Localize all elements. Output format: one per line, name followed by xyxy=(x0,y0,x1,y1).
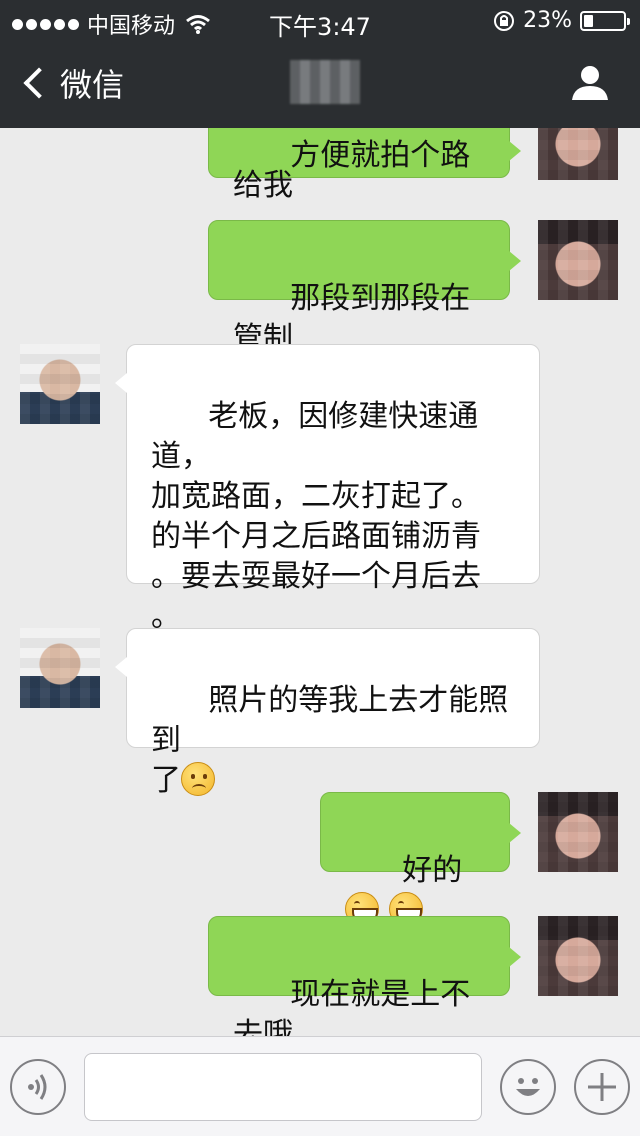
back-button[interactable]: 微信 xyxy=(18,60,124,106)
message-bubble[interactable]: 照片的等我上去才能照到 了 xyxy=(115,628,540,798)
back-label: 微信 xyxy=(60,66,125,104)
message-text: 好的 xyxy=(402,853,463,888)
voice-icon xyxy=(28,1074,47,1100)
message-outgoing: 现在就是上不去哦 xyxy=(0,916,640,1036)
avatar[interactable] xyxy=(20,344,100,424)
message-outgoing: 方便就拍个路给我 xyxy=(0,128,640,201)
message-incoming: 照片的等我上去才能照到 了 xyxy=(0,628,640,798)
sad-face-icon xyxy=(181,762,215,796)
battery-percent: 23% xyxy=(523,8,572,33)
avatar[interactable] xyxy=(538,220,618,300)
more-button[interactable] xyxy=(574,1059,630,1115)
battery-icon xyxy=(580,10,630,31)
message-text: 老板，因修建快速通道， 加宽路面，二灰打起了。 的半个月之后路面铺沥青 。要去耍… xyxy=(151,399,481,634)
avatar[interactable] xyxy=(20,628,100,708)
top-bar: 中国移动 下午3:47 23% 微信 xyxy=(0,0,640,128)
message-outgoing: 那段到那段在管制 xyxy=(0,220,640,356)
rotation-lock-icon xyxy=(494,10,515,31)
avatar[interactable] xyxy=(538,792,618,872)
emoji-button[interactable] xyxy=(500,1059,556,1115)
person-icon[interactable] xyxy=(570,62,610,102)
nav-bar: 微信 xyxy=(0,40,640,128)
status-bar: 中国移动 下午3:47 23% xyxy=(0,0,640,41)
message-input[interactable] xyxy=(84,1053,482,1121)
message-bubble[interactable]: 现在就是上不去哦 xyxy=(208,916,521,1036)
message-bubble[interactable]: 好的 xyxy=(320,792,521,926)
chevron-left-icon xyxy=(23,67,55,99)
message-bubble[interactable]: 方便就拍个路给我 xyxy=(208,128,521,201)
voice-button[interactable] xyxy=(10,1059,66,1115)
avatar[interactable] xyxy=(538,916,618,996)
input-bar xyxy=(0,1036,640,1136)
message-text: 现在就是上不去哦 xyxy=(233,977,471,1036)
contact-name-blurred xyxy=(290,60,360,104)
message-bubble[interactable]: 那段到那段在管制 xyxy=(208,220,521,356)
smiley-icon xyxy=(516,1078,540,1096)
message-text: 方便就拍个路给我 xyxy=(233,138,471,203)
chat-area[interactable]: 方便就拍个路给我 那段到那段在管制 老板，因修建快速通道， 加宽路面，二灰打起了… xyxy=(0,128,640,1036)
plus-icon xyxy=(588,1073,616,1101)
message-incoming: 老板，因修建快速通道， 加宽路面，二灰打起了。 的半个月之后路面铺沥青 。要去耍… xyxy=(0,344,640,634)
message-bubble[interactable]: 老板，因修建快速通道， 加宽路面，二灰打起了。 的半个月之后路面铺沥青 。要去耍… xyxy=(115,344,540,634)
avatar[interactable] xyxy=(538,128,618,180)
message-outgoing: 好的 xyxy=(0,792,640,926)
